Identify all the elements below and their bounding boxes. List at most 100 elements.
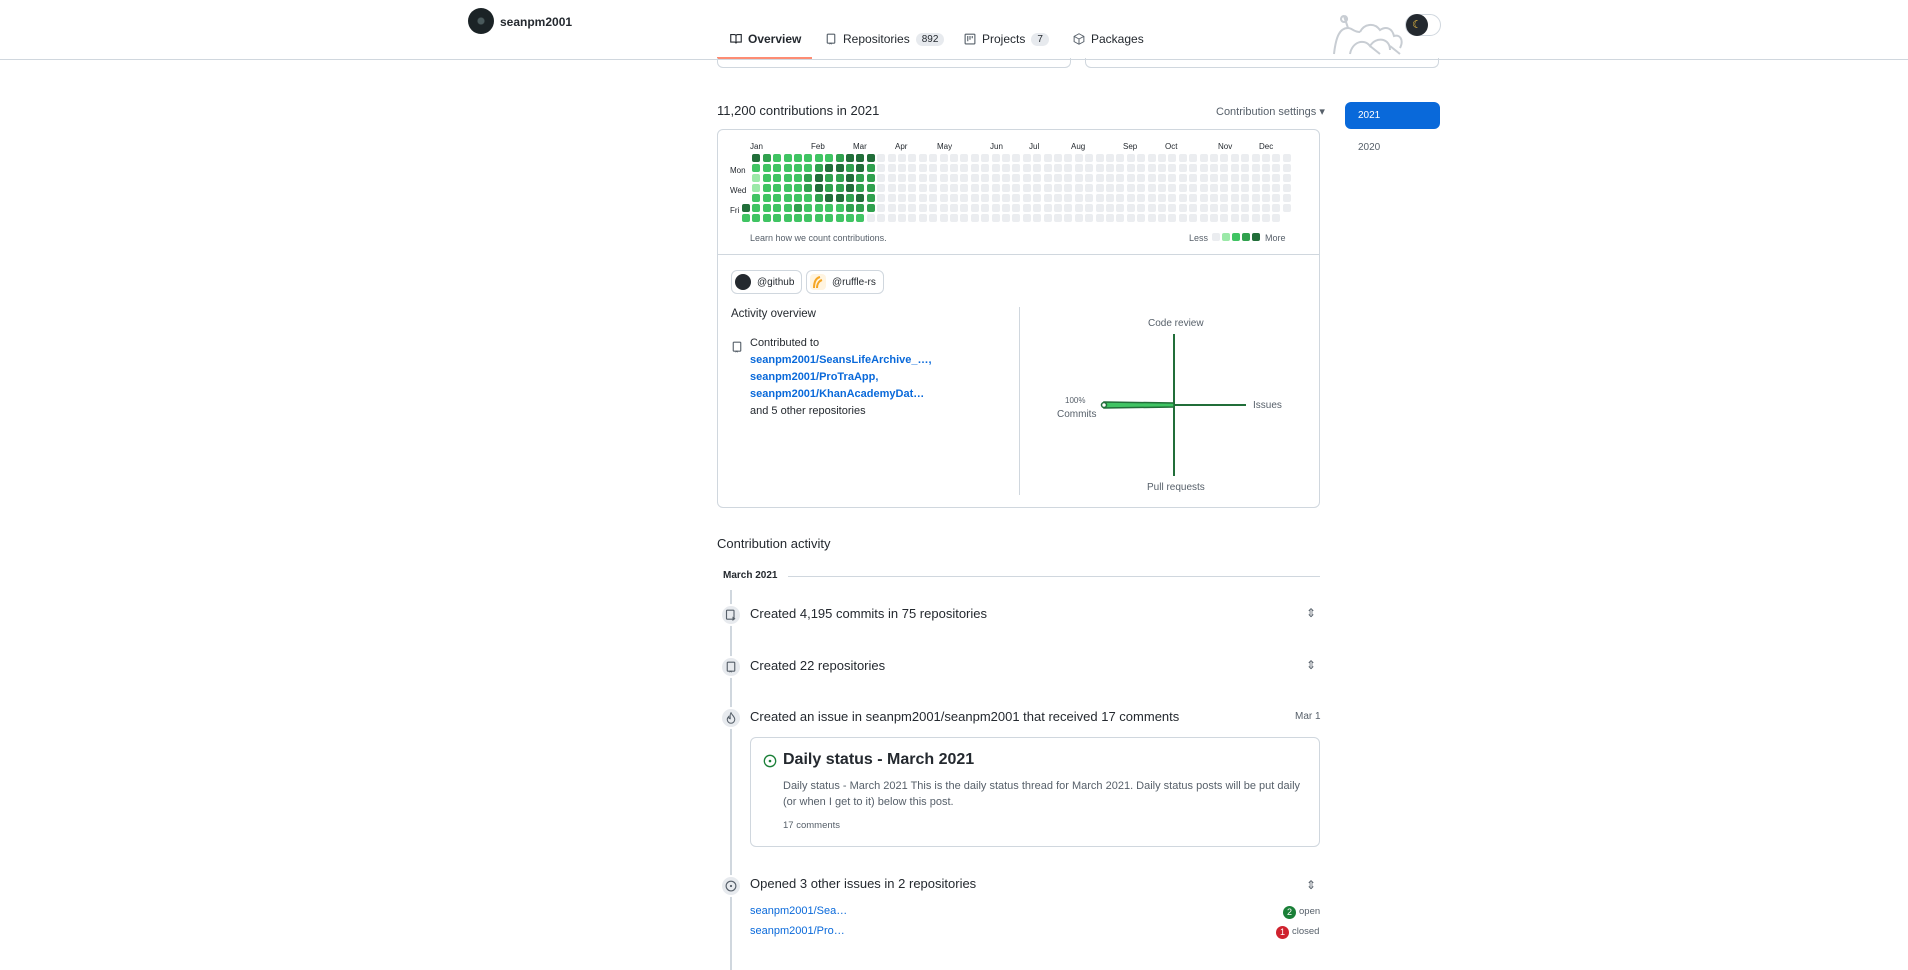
contribution-day[interactable] bbox=[960, 174, 969, 182]
contribution-day[interactable] bbox=[887, 204, 896, 212]
contribution-day[interactable] bbox=[1220, 154, 1229, 162]
contribution-day[interactable] bbox=[1199, 214, 1208, 222]
contribution-day[interactable] bbox=[939, 164, 948, 172]
contribution-day[interactable] bbox=[846, 204, 854, 212]
contribution-day[interactable] bbox=[1210, 194, 1218, 202]
contribution-day[interactable] bbox=[1043, 154, 1052, 162]
contribution-day[interactable] bbox=[1012, 204, 1021, 212]
contribution-day[interactable] bbox=[1043, 194, 1052, 202]
contribution-day[interactable] bbox=[929, 194, 938, 202]
contribution-day[interactable] bbox=[1022, 214, 1031, 222]
contribution-day[interactable] bbox=[1272, 174, 1281, 182]
contribution-day[interactable] bbox=[939, 184, 948, 192]
avatar[interactable] bbox=[468, 8, 494, 34]
year-2020-button[interactable]: 2020 bbox=[1358, 142, 1380, 153]
contribution-day[interactable] bbox=[908, 184, 917, 192]
contribution-day[interactable] bbox=[1064, 164, 1073, 172]
contribution-day[interactable] bbox=[856, 184, 865, 192]
contribution-day[interactable] bbox=[1251, 154, 1260, 162]
contribution-day[interactable] bbox=[1043, 164, 1052, 172]
contribution-day[interactable] bbox=[1043, 184, 1052, 192]
contribution-day[interactable] bbox=[1043, 174, 1052, 182]
contribution-day[interactable] bbox=[1022, 164, 1031, 172]
contribution-day[interactable] bbox=[1147, 214, 1156, 222]
contribution-day[interactable] bbox=[981, 214, 990, 222]
contribution-day[interactable] bbox=[866, 154, 875, 162]
contribution-day[interactable] bbox=[960, 154, 969, 162]
contribution-day[interactable] bbox=[1012, 174, 1021, 182]
contribution-day[interactable] bbox=[898, 174, 906, 182]
contribution-day[interactable] bbox=[814, 184, 823, 192]
contribution-day[interactable] bbox=[991, 204, 1000, 212]
contribution-day[interactable] bbox=[1220, 204, 1229, 212]
contribution-day[interactable] bbox=[866, 214, 875, 222]
contribution-day[interactable] bbox=[1074, 154, 1083, 162]
contribution-day[interactable] bbox=[950, 174, 958, 182]
contribution-day[interactable] bbox=[1106, 164, 1114, 172]
contribution-day[interactable] bbox=[1126, 164, 1135, 172]
contribution-day[interactable] bbox=[939, 154, 948, 162]
contribution-day[interactable] bbox=[887, 154, 896, 162]
contribution-day[interactable] bbox=[783, 174, 792, 182]
contribution-day[interactable] bbox=[1282, 154, 1291, 162]
contribution-day[interactable] bbox=[929, 204, 938, 212]
contribution-day[interactable] bbox=[825, 204, 834, 212]
contribution-day[interactable] bbox=[742, 204, 750, 212]
contribution-day[interactable] bbox=[804, 204, 813, 212]
contribution-day[interactable] bbox=[1241, 154, 1250, 162]
contribution-day[interactable] bbox=[1230, 194, 1239, 202]
contribution-day[interactable] bbox=[939, 214, 948, 222]
contribution-day[interactable] bbox=[1116, 174, 1125, 182]
year-2021-button[interactable]: 2021 bbox=[1345, 102, 1440, 129]
tab-projects[interactable]: Projects 7 bbox=[964, 32, 1049, 46]
contribution-day[interactable] bbox=[804, 174, 813, 182]
contribution-day[interactable] bbox=[1189, 204, 1198, 212]
tab-packages[interactable]: Packages bbox=[1073, 32, 1144, 46]
contribution-day[interactable] bbox=[752, 184, 761, 192]
contribution-day[interactable] bbox=[1168, 174, 1177, 182]
contribution-day[interactable] bbox=[773, 184, 782, 192]
contribution-day[interactable] bbox=[1033, 164, 1042, 172]
contribution-day[interactable] bbox=[1116, 214, 1125, 222]
contribution-day[interactable] bbox=[1220, 194, 1229, 202]
contribution-day[interactable] bbox=[1168, 194, 1177, 202]
contribution-day[interactable] bbox=[1241, 184, 1250, 192]
contribution-day[interactable] bbox=[1220, 184, 1229, 192]
contribution-day[interactable] bbox=[1189, 214, 1198, 222]
contribution-day[interactable] bbox=[908, 214, 917, 222]
contribution-day[interactable] bbox=[804, 194, 813, 202]
contribution-day[interactable] bbox=[898, 154, 906, 162]
contribution-day[interactable] bbox=[1012, 214, 1021, 222]
contribution-day[interactable] bbox=[804, 214, 813, 222]
contribution-day[interactable] bbox=[1199, 204, 1208, 212]
contribution-day[interactable] bbox=[814, 214, 823, 222]
contribution-day[interactable] bbox=[1241, 204, 1250, 212]
contribution-day[interactable] bbox=[1074, 214, 1083, 222]
issue-repo-link[interactable]: seanpm2001/Sea… bbox=[750, 905, 847, 917]
contribution-day[interactable] bbox=[1230, 184, 1239, 192]
contribution-day[interactable] bbox=[887, 164, 896, 172]
contribution-day[interactable] bbox=[1262, 174, 1270, 182]
contribution-day[interactable] bbox=[1043, 214, 1052, 222]
contribution-day[interactable] bbox=[742, 214, 750, 222]
contribution-day[interactable] bbox=[1022, 174, 1031, 182]
contribution-day[interactable] bbox=[877, 154, 886, 162]
contribution-day[interactable] bbox=[1095, 214, 1104, 222]
contribution-day[interactable] bbox=[1178, 194, 1187, 202]
contribution-day[interactable] bbox=[835, 174, 844, 182]
contribution-day[interactable] bbox=[1147, 204, 1156, 212]
contribution-day[interactable] bbox=[1147, 164, 1156, 172]
contribution-day[interactable] bbox=[1064, 214, 1073, 222]
contribution-day[interactable] bbox=[1158, 164, 1166, 172]
contribution-day[interactable] bbox=[773, 164, 782, 172]
contribution-day[interactable] bbox=[950, 194, 958, 202]
contribution-day[interactable] bbox=[1178, 174, 1187, 182]
contribution-day[interactable] bbox=[1272, 204, 1281, 212]
tab-repositories[interactable]: Repositories 892 bbox=[825, 32, 945, 46]
contribution-day[interactable] bbox=[877, 214, 886, 222]
contribution-day[interactable] bbox=[804, 154, 813, 162]
contribution-day[interactable] bbox=[1178, 164, 1187, 172]
issue-repo-link[interactable]: seanpm2001/Pro… bbox=[750, 925, 845, 937]
contribution-day[interactable] bbox=[866, 164, 875, 172]
contribution-day[interactable] bbox=[1262, 184, 1270, 192]
